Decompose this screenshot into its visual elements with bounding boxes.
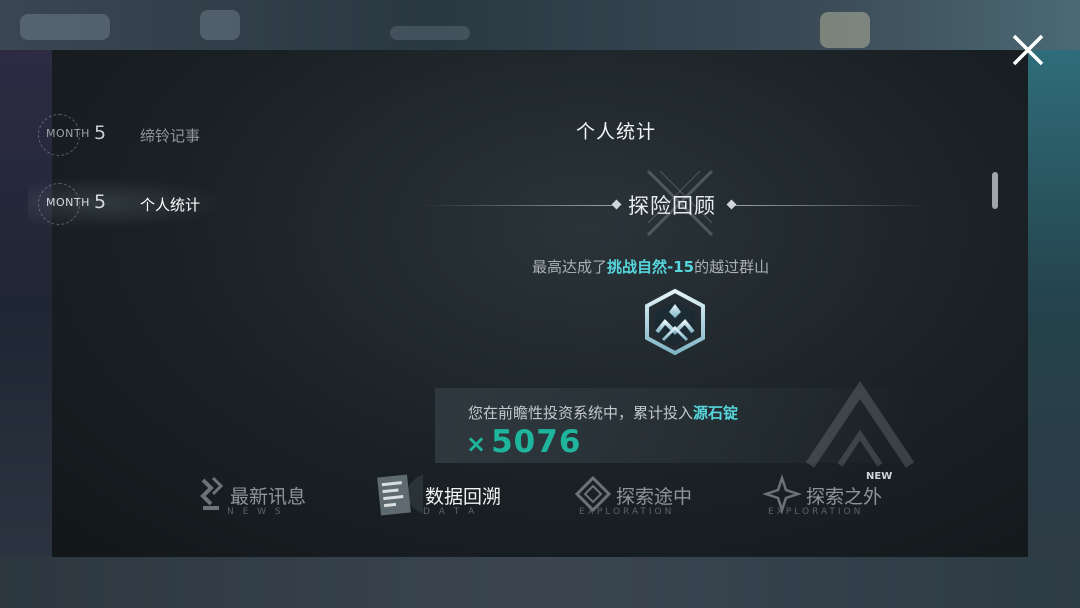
background-right bbox=[1028, 50, 1080, 557]
achievement-highlight: 挑战自然-15 bbox=[607, 258, 695, 276]
tab-label: 探索途中 bbox=[616, 486, 693, 508]
new-badge: NEW bbox=[866, 471, 893, 482]
achievement-suffix: 的越过群山 bbox=[694, 258, 770, 276]
tab-sublabel: D A T A bbox=[423, 507, 478, 517]
document-icon bbox=[377, 474, 423, 516]
tab-on-expedition[interactable]: 探索途中 EXPLORATION bbox=[573, 470, 703, 520]
investment-deco-icon bbox=[805, 380, 915, 468]
mountain-crest-icon bbox=[645, 288, 705, 356]
section-title: 探险回顾 bbox=[628, 194, 716, 218]
background-top bbox=[0, 0, 1080, 50]
close-button[interactable] bbox=[1008, 30, 1048, 70]
investment-text: 您在前瞻性投资系统中，累计投入源石锭 bbox=[468, 402, 738, 423]
tab-label: 数据回溯 bbox=[425, 486, 502, 508]
tab-latest-news[interactable]: 最新讯息 N E W S bbox=[197, 470, 317, 520]
achievement-text: 最高达成了挑战自然-15的越过群山 bbox=[532, 256, 769, 277]
tab-data-review[interactable]: 数据回溯 D A T A bbox=[377, 470, 527, 520]
nav-item-personal-stats[interactable]: MONTH 5 个人统计 bbox=[28, 177, 268, 229]
tab-label: 探索之外 bbox=[806, 486, 883, 508]
achievement-prefix: 最高达成了 bbox=[532, 258, 608, 276]
investment-amount: × 5076 bbox=[466, 424, 581, 460]
tab-sublabel: EXPLORATION bbox=[579, 507, 675, 517]
month-number: 5 bbox=[94, 191, 107, 213]
investment-highlight: 源石锭 bbox=[693, 404, 739, 422]
tab-sublabel: N E W S bbox=[227, 507, 284, 517]
investment-prefix: 您在前瞻性投资系统中，累计投入 bbox=[468, 404, 694, 422]
multiplier-sign: × bbox=[466, 430, 488, 458]
tab-label: 最新讯息 bbox=[230, 486, 307, 508]
scrollbar-thumb[interactable] bbox=[992, 172, 998, 209]
month-word: MONTH bbox=[46, 127, 90, 140]
nav-item-label: 个人统计 bbox=[140, 196, 201, 214]
month-word: MONTH bbox=[46, 196, 90, 209]
background-bottom bbox=[0, 557, 1080, 608]
page-title: 个人统计 bbox=[576, 121, 657, 143]
month-number: 5 bbox=[94, 122, 107, 144]
nav-item-ringing-notes[interactable]: MONTH 5 缔铃记事 bbox=[38, 114, 268, 156]
investment-amount-value: 5076 bbox=[491, 424, 582, 460]
section-divider-right bbox=[735, 205, 930, 206]
tab-beyond-exploration[interactable]: 探索之外 NEW EXPLORATION bbox=[762, 470, 902, 520]
nav-item-label: 缔铃记事 bbox=[140, 127, 201, 145]
tab-sublabel: EXPLORATION bbox=[768, 507, 864, 517]
section-divider-left bbox=[420, 205, 615, 206]
close-icon bbox=[1012, 34, 1044, 66]
